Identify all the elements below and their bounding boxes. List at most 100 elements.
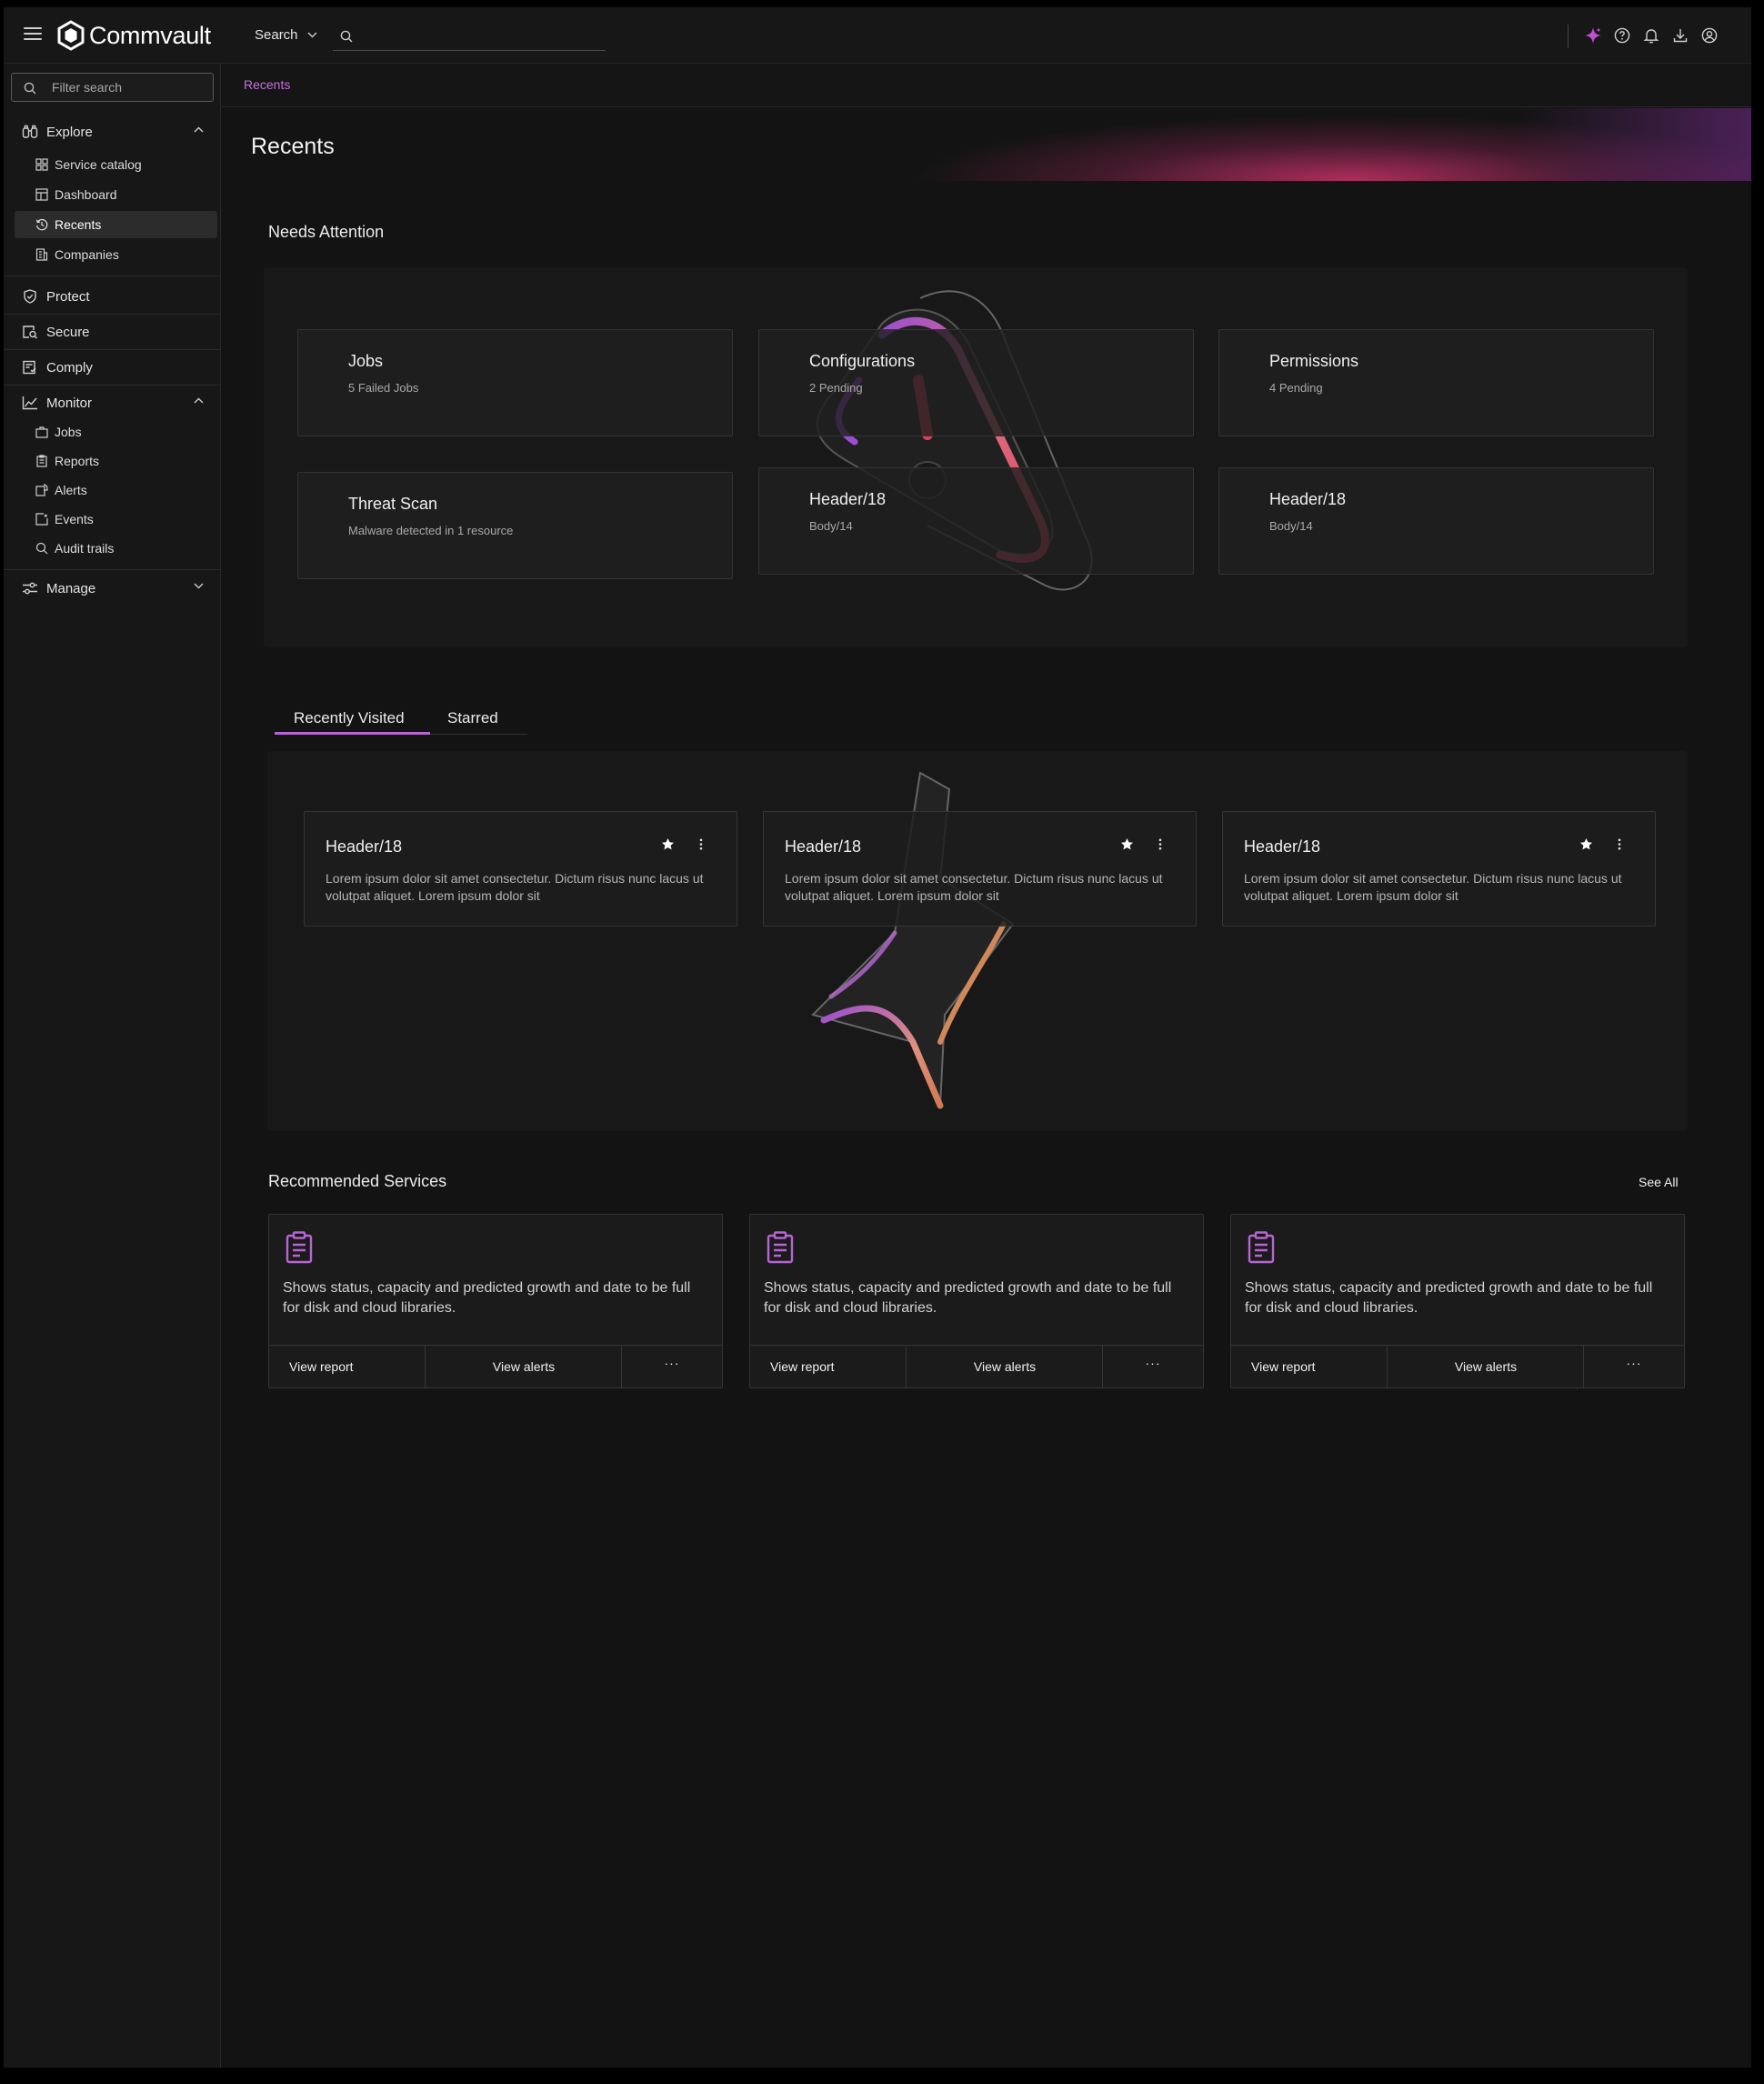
sidebar-item-label: Dashboard [55, 187, 117, 202]
sidebar-section-secure[interactable]: Secure [4, 316, 220, 347]
sidebar-item-recents[interactable]: Recents [15, 211, 217, 238]
attention-card-header: Header/18 [809, 490, 887, 508]
attention-card-header: Threat Scan [348, 495, 438, 513]
sidebar-item-events[interactable]: Events [15, 506, 217, 533]
attention-card-header: Jobs [348, 352, 384, 370]
building-icon [35, 248, 48, 261]
page-title: Recents [251, 134, 335, 159]
top-bar: Commvault Search [4, 7, 1751, 64]
tab-recently-visited[interactable]: Recently Visited [294, 709, 405, 727]
line-chart-icon [22, 396, 37, 410]
menu-icon[interactable] [24, 27, 42, 44]
sidebar-section-comply[interactable]: Comply [4, 352, 220, 383]
sidebar-item-dashboard[interactable]: Dashboard [15, 181, 217, 208]
bell-icon[interactable] [1641, 25, 1661, 45]
search-icon [24, 82, 36, 95]
ai-sparkle-icon[interactable] [1583, 25, 1603, 45]
more-vertical-icon[interactable] [698, 837, 704, 851]
logo[interactable]: Commvault [56, 19, 211, 52]
service-card-description: Shows status, capacity and predicted gro… [1245, 1280, 1653, 1316]
service-card-actions: View report View alerts ··· [1231, 1345, 1684, 1388]
sidebar-section-label: Monitor [46, 396, 93, 411]
more-button[interactable]: ··· [1584, 1346, 1684, 1388]
more-vertical-icon[interactable] [1617, 837, 1622, 851]
sidebar-item-reports[interactable]: Reports [15, 447, 217, 475]
attention-card-body: Body/14 [1269, 519, 1313, 533]
more-button[interactable]: ··· [1103, 1346, 1203, 1388]
sidebar-item-companies[interactable]: Companies [15, 241, 217, 268]
sidebar-item-label: Audit trails [55, 541, 115, 556]
recently-visited-panel: Header/18 Lorem ipsum dolor sit amet con… [267, 751, 1688, 1131]
attention-card-body: Body/14 [809, 519, 853, 533]
breadcrumb[interactable]: Recents [244, 77, 290, 92]
view-report-button[interactable]: View report [269, 1346, 426, 1388]
alert-icon [35, 484, 48, 496]
help-icon[interactable] [1612, 25, 1632, 45]
recent-card[interactable]: Header/18 Lorem ipsum dolor sit amet con… [763, 811, 1197, 927]
recent-card-header: Header/18 [326, 837, 403, 856]
sidebar-section-manage[interactable]: Manage [4, 573, 220, 604]
attention-card-body: 4 Pending [1269, 381, 1323, 395]
global-search[interactable] [333, 22, 606, 51]
more-horizontal-icon: ··· [1626, 1356, 1642, 1370]
top-bar-divider [1568, 25, 1569, 48]
view-alerts-button[interactable]: View alerts [1388, 1346, 1584, 1388]
view-report-label: View report [289, 1359, 354, 1374]
more-horizontal-icon: ··· [664, 1356, 680, 1370]
shield-check-icon [24, 289, 36, 304]
view-alerts-button[interactable]: View alerts [907, 1346, 1103, 1388]
user-icon[interactable] [1699, 25, 1719, 45]
attention-card-configurations[interactable]: Configurations 2 Pending [758, 329, 1194, 436]
sidebar-item-audit-trails[interactable]: Audit trails [15, 535, 217, 562]
sidebar-item-jobs[interactable]: Jobs [15, 418, 217, 446]
attention-card[interactable]: Header/18 Body/14 [758, 467, 1194, 575]
sidebar-section-protect[interactable]: Protect [4, 281, 220, 312]
filter-search-input[interactable] [52, 77, 206, 97]
star-icon[interactable] [1120, 837, 1134, 851]
sidebar-section-label: Explore [46, 125, 93, 140]
attention-card-header: Permissions [1269, 352, 1359, 370]
service-card: Shows status, capacity and predicted gro… [1230, 1214, 1685, 1388]
attention-card-header: Configurations [809, 352, 916, 370]
sidebar-item-label: Companies [55, 247, 119, 262]
attention-card-jobs[interactable]: Jobs 5 Failed Jobs [297, 329, 733, 436]
recent-card-body: Lorem ipsum dolor sit amet consectetur. … [785, 871, 1163, 903]
filter-search[interactable] [11, 73, 214, 102]
attention-card-permissions[interactable]: Permissions 4 Pending [1218, 329, 1654, 436]
attention-card-threat-scan[interactable]: Threat Scan Malware detected in 1 resour… [297, 472, 733, 579]
more-vertical-icon[interactable] [1158, 837, 1163, 851]
sidebar-item-alerts[interactable]: Alerts [15, 476, 217, 504]
view-report-button[interactable]: View report [750, 1346, 907, 1388]
global-search-input[interactable] [362, 25, 598, 47]
sidebar-section-label: Protect [46, 289, 90, 305]
chevron-down-icon [307, 32, 317, 38]
needs-attention-panel: Jobs 5 Failed Jobs Configurations 2 Pend… [264, 267, 1688, 647]
view-report-label: View report [1251, 1359, 1316, 1374]
view-report-button[interactable]: View report [1231, 1346, 1388, 1388]
chevron-up-icon [194, 126, 204, 133]
attention-card[interactable]: Header/18 Body/14 [1218, 467, 1654, 575]
sidebar-item-service-catalog[interactable]: Service catalog [15, 151, 217, 178]
sidebar-section-label: Comply [46, 360, 93, 376]
sidebar-section-explore[interactable]: Explore [4, 116, 220, 147]
download-icon[interactable] [1670, 25, 1690, 45]
see-all-link[interactable]: See All [1639, 1175, 1679, 1189]
more-button[interactable]: ··· [622, 1346, 722, 1388]
search-scope-dropdown[interactable]: Search [255, 27, 317, 43]
attention-card-body: Malware detected in 1 resource [348, 524, 514, 537]
events-icon [35, 513, 48, 526]
chevron-down-icon [194, 583, 204, 589]
sidebar-item-label: Alerts [55, 483, 87, 497]
star-icon[interactable] [1579, 837, 1593, 851]
audit-search-icon [35, 542, 48, 555]
logo-text: Commvault [89, 21, 211, 49]
recent-card[interactable]: Header/18 Lorem ipsum dolor sit amet con… [304, 811, 737, 927]
more-horizontal-icon: ··· [1145, 1356, 1161, 1370]
star-icon[interactable] [661, 837, 675, 851]
recent-card[interactable]: Header/18 Lorem ipsum dolor sit amet con… [1222, 811, 1656, 927]
view-alerts-button[interactable]: View alerts [426, 1346, 622, 1388]
sidebar-divider [4, 349, 220, 350]
tab-starred[interactable]: Starred [447, 709, 498, 727]
sidebar-item-label: Reports [55, 454, 100, 468]
sidebar-section-monitor[interactable]: Monitor [4, 387, 220, 418]
